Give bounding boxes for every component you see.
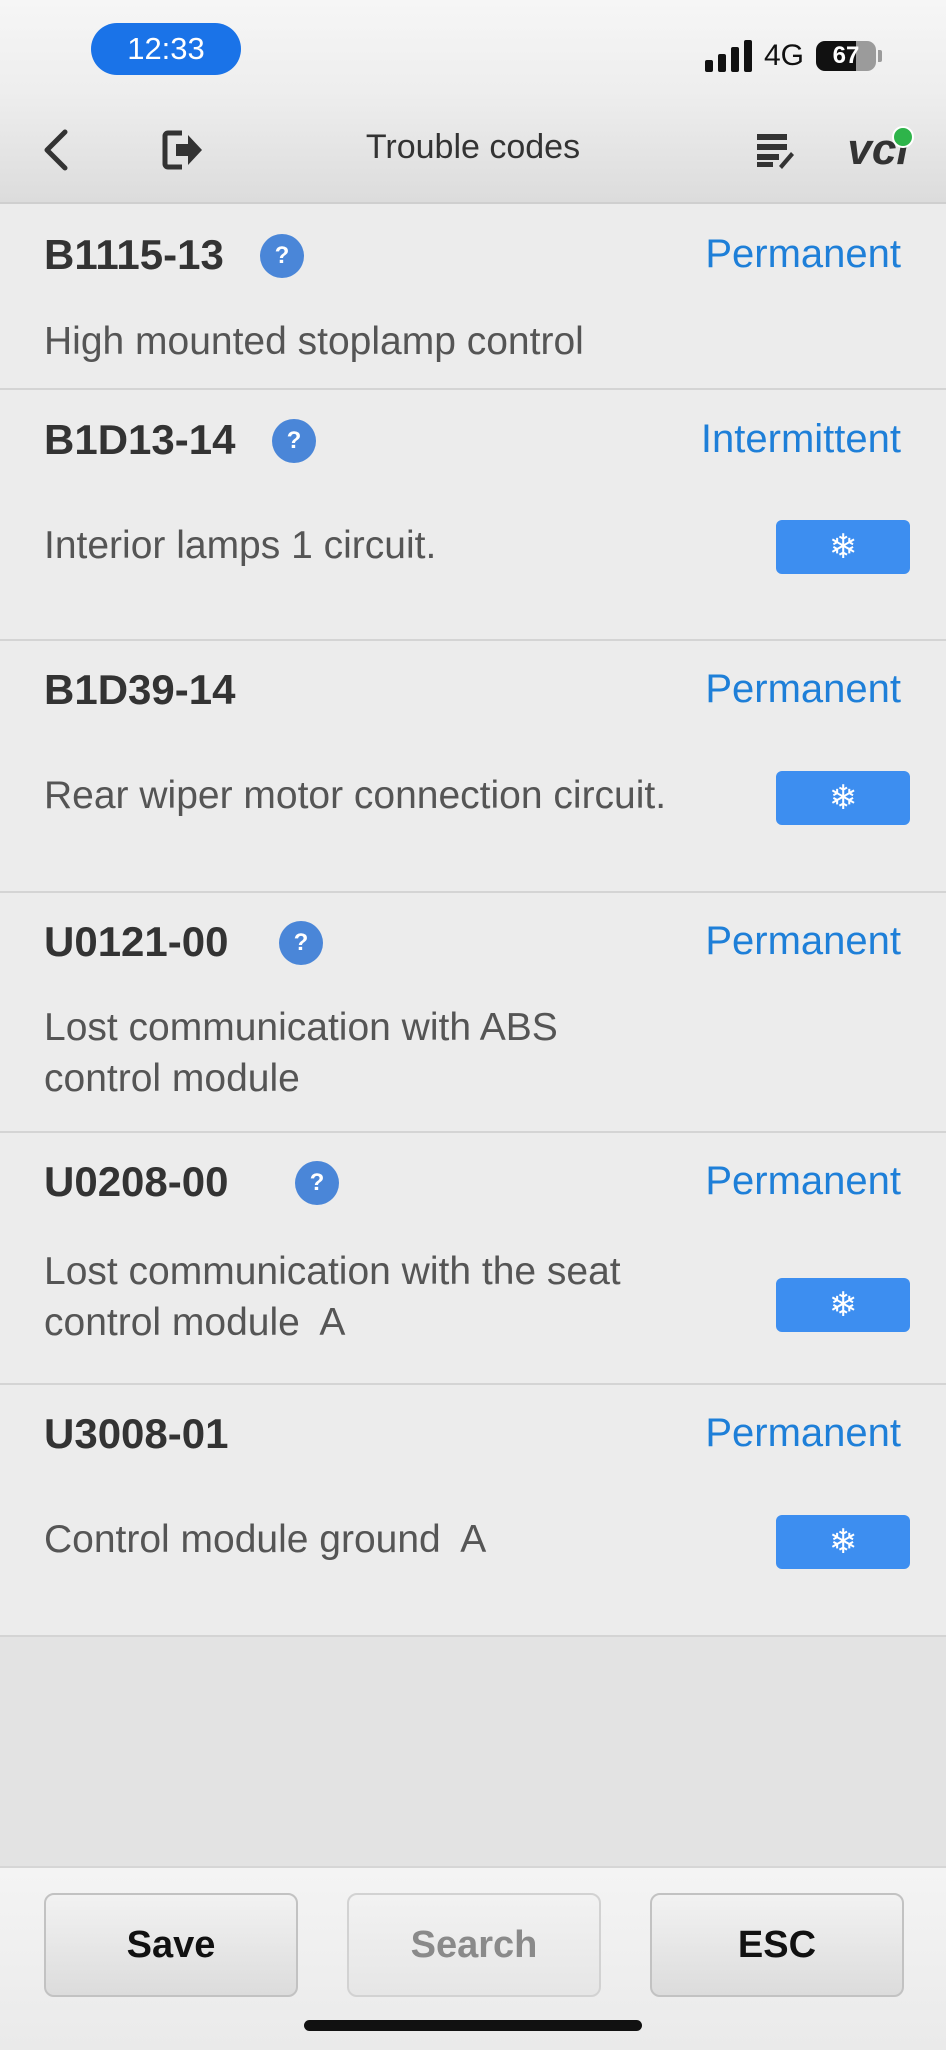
status-label: Permanent bbox=[705, 667, 901, 711]
trouble-code-row[interactable]: U0121-00 ? Permanent Lost communication … bbox=[0, 893, 946, 1133]
status-time: 12:33 bbox=[91, 23, 241, 75]
battery-level: 67 bbox=[832, 42, 860, 69]
code-description: Lost communication with the seat control… bbox=[44, 1250, 632, 1344]
home-indicator[interactable] bbox=[304, 2020, 642, 2031]
help-icon[interactable]: ? bbox=[279, 921, 323, 965]
code-label: B1115-13 bbox=[44, 231, 224, 278]
code-description: Rear wiper motor connection circuit. bbox=[44, 774, 667, 817]
bottom-action-bar: Save Search ESC bbox=[0, 1866, 946, 2050]
trouble-code-list: B1115-13 ? Permanent High mounted stopla… bbox=[0, 204, 946, 1637]
search-button[interactable]: Search bbox=[347, 1893, 601, 1997]
status-label: Permanent bbox=[705, 232, 901, 276]
code-label: B1D13-14 bbox=[44, 416, 236, 463]
code-label: U0208-00 bbox=[44, 1158, 229, 1205]
status-label: Permanent bbox=[705, 919, 901, 963]
trouble-code-row[interactable]: U0208-00 ? Permanent Lost communication … bbox=[0, 1133, 946, 1385]
code-description: Lost communication with ABS control modu… bbox=[44, 1006, 558, 1100]
trouble-code-row[interactable]: B1115-13 ? Permanent High mounted stopla… bbox=[0, 204, 946, 390]
help-icon[interactable]: ? bbox=[260, 234, 304, 278]
status-label: Intermittent bbox=[700, 417, 901, 461]
page-title: Trouble codes bbox=[365, 128, 581, 166]
code-label: B1D39-14 bbox=[44, 666, 236, 713]
status-label: Permanent bbox=[705, 1411, 901, 1455]
connected-check-icon bbox=[892, 126, 914, 148]
code-description: High mounted stoplamp control bbox=[44, 320, 584, 363]
freeze-frame-button[interactable]: ❄ bbox=[776, 520, 910, 574]
code-label: U0121-00 bbox=[44, 918, 229, 965]
trouble-code-row[interactable]: B1D13-14 ? Intermittent Interior lamps 1… bbox=[0, 390, 946, 641]
freeze-frame-button[interactable]: ❄ bbox=[776, 771, 910, 825]
esc-button[interactable]: ESC bbox=[650, 1893, 904, 1997]
trouble-code-row[interactable]: B1D39-14 Permanent Rear wiper motor conn… bbox=[0, 641, 946, 893]
vci-connection-icon[interactable]: vci bbox=[840, 120, 916, 180]
code-description: Control module ground A bbox=[44, 1518, 487, 1561]
battery-icon: 67 bbox=[816, 41, 882, 71]
freeze-frame-button[interactable]: ❄ bbox=[776, 1515, 910, 1569]
help-icon[interactable]: ? bbox=[272, 419, 316, 463]
report-icon[interactable] bbox=[752, 120, 798, 180]
status-label: Permanent bbox=[705, 1159, 901, 1203]
freeze-frame-button[interactable]: ❄ bbox=[776, 1278, 910, 1332]
cellular-signal-icon bbox=[704, 40, 752, 72]
save-button[interactable]: Save bbox=[44, 1893, 298, 1997]
code-description: Interior lamps 1 circuit. bbox=[44, 524, 437, 567]
network-type: 4G bbox=[763, 39, 804, 72]
status-indicators: 4G 67 bbox=[704, 36, 882, 76]
trouble-code-row[interactable]: U3008-01 Permanent Control module ground… bbox=[0, 1385, 946, 1637]
top-bar: 12:33 4G 67 Trouble codes vci bbox=[0, 0, 946, 204]
help-icon[interactable]: ? bbox=[295, 1161, 339, 1205]
code-label: U3008-01 bbox=[44, 1410, 229, 1457]
